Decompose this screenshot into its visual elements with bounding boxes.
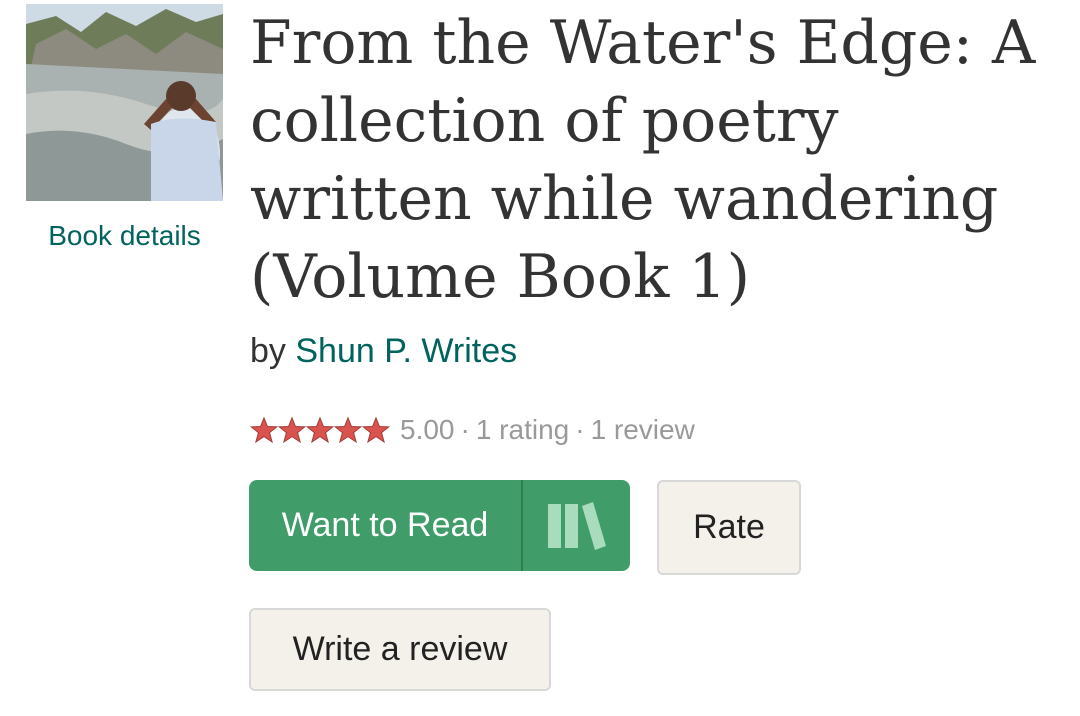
star-icon	[250, 416, 278, 444]
rating-summary: 5.00 · 1 rating · 1 review	[250, 410, 695, 450]
want-to-read-button[interactable]: Want to Read	[249, 480, 630, 571]
separator: ·	[460, 414, 470, 445]
book-cover-image[interactable]	[26, 4, 223, 201]
separator: ·	[575, 414, 585, 445]
book-page: Book details From the Water's Edge: A co…	[0, 0, 1080, 716]
bookshelf-icon	[547, 501, 606, 550]
byline: by Shun P. Writes	[250, 332, 517, 371]
average-rating: 5.00	[400, 414, 455, 445]
star-rating	[250, 416, 390, 444]
rate-button[interactable]: Rate	[657, 480, 801, 575]
write-review-button[interactable]: Write a review	[249, 608, 551, 691]
star-icon	[334, 416, 362, 444]
author-link[interactable]: Shun P. Writes	[295, 332, 517, 370]
book-details-link[interactable]: Book details	[26, 220, 223, 252]
shelf-dropdown-button[interactable]	[523, 480, 630, 571]
reviews-count[interactable]: 1 review	[591, 414, 695, 446]
ratings-count[interactable]: 1 rating	[476, 414, 569, 446]
book-title: From the Water's Edge: A collection of p…	[250, 8, 1036, 312]
want-to-read-label[interactable]: Want to Read	[249, 480, 523, 571]
star-icon	[278, 416, 306, 444]
by-label: by	[250, 332, 286, 370]
star-icon	[362, 416, 390, 444]
star-icon	[306, 416, 334, 444]
